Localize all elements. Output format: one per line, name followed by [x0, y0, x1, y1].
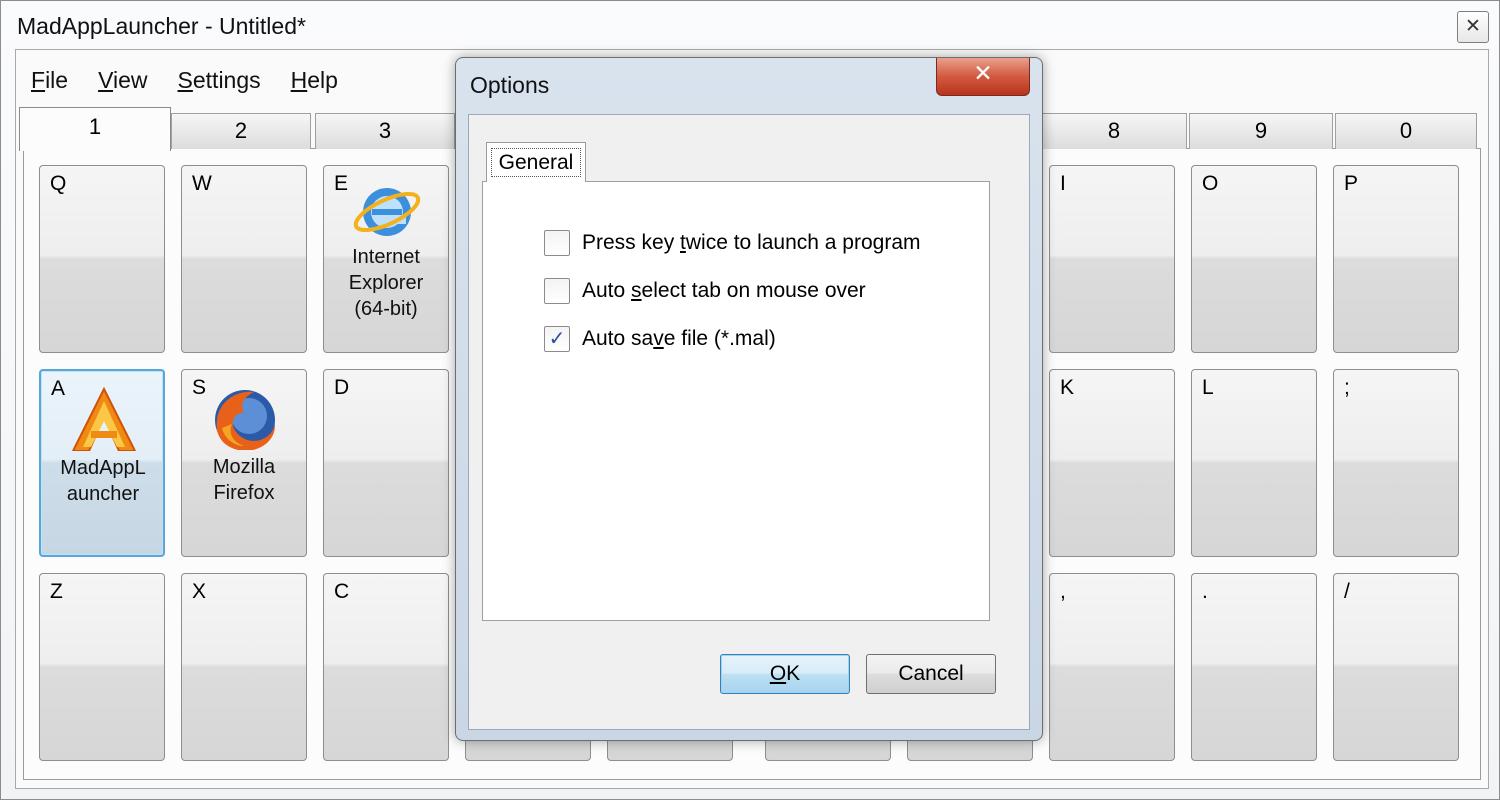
key-k[interactable]: K	[1049, 369, 1175, 557]
key-a[interactable]: A MadAppL auncher	[39, 369, 165, 557]
key-label: .	[1202, 580, 1208, 603]
option-label: Press key twice to launch a program	[582, 231, 921, 254]
key-app-name: Explorer	[348, 272, 424, 294]
menu-bar: File View Settings Help	[31, 65, 338, 99]
check-icon: ✓	[548, 328, 566, 350]
key-app-name: MadAppL	[60, 457, 146, 479]
key-l[interactable]: L	[1191, 369, 1317, 557]
key-label: O	[1202, 172, 1219, 195]
menu-view[interactable]: View	[98, 65, 147, 99]
key-label: I	[1060, 172, 1066, 195]
tab-1[interactable]: 1	[19, 107, 171, 151]
key-semicolon[interactable]: ;	[1333, 369, 1459, 557]
tab-8[interactable]: 8	[1041, 113, 1187, 149]
close-icon: ✕	[973, 60, 993, 86]
option-label: Auto select tab on mouse over	[582, 279, 866, 302]
option-press-key-twice[interactable]: Press key twice to launch a program	[544, 230, 921, 256]
key-label: Z	[50, 580, 63, 603]
firefox-icon	[215, 390, 276, 450]
key-comma[interactable]: ,	[1049, 573, 1175, 761]
key-o[interactable]: O	[1191, 165, 1317, 353]
key-label: Q	[50, 172, 67, 195]
internet-explorer-icon	[353, 188, 421, 236]
window-close-button[interactable]: ✕	[1457, 11, 1489, 43]
key-label: W	[192, 172, 212, 195]
key-i[interactable]: I	[1049, 165, 1175, 353]
checkbox-auto-save-file[interactable]: ✓	[544, 326, 570, 352]
key-w[interactable]: W	[181, 165, 307, 353]
key-app-name: Mozilla	[212, 456, 276, 478]
menu-help[interactable]: Help	[291, 65, 338, 99]
key-period[interactable]: .	[1191, 573, 1317, 761]
checkbox-press-key-twice[interactable]	[544, 230, 570, 256]
menu-settings[interactable]: Settings	[178, 65, 261, 99]
dialog-title: Options	[470, 72, 550, 98]
key-label: C	[334, 580, 350, 603]
key-label: ,	[1060, 580, 1066, 603]
key-d[interactable]: D	[323, 369, 449, 557]
option-auto-save-file[interactable]: ✓ Auto save file (*.mal)	[544, 326, 776, 352]
key-label: K	[1060, 376, 1075, 399]
menu-file[interactable]: File	[31, 65, 68, 99]
key-label: ;	[1344, 376, 1350, 399]
options-dialog: Options ✕ General Press key twice to lau…	[455, 57, 1043, 741]
dialog-close-button[interactable]: ✕	[936, 58, 1030, 96]
option-label: Auto save file (*.mal)	[582, 327, 776, 350]
key-e[interactable]: E Internet Explorer (64-bit)	[323, 165, 449, 353]
tab-0[interactable]: 0	[1335, 113, 1477, 149]
madapplauncher-icon	[71, 386, 137, 451]
key-app-name: (64-bit)	[354, 298, 418, 320]
key-app-name: auncher	[66, 483, 140, 505]
tab-3[interactable]: 3	[315, 113, 455, 149]
key-s[interactable]: S Mozilla Firefox	[181, 369, 307, 557]
key-x[interactable]: X	[181, 573, 307, 761]
key-label: L	[1202, 376, 1214, 399]
tab-general[interactable]: General	[486, 142, 586, 182]
key-p[interactable]: P	[1333, 165, 1459, 353]
key-app-name: Firefox	[213, 482, 275, 504]
option-auto-select-tab[interactable]: Auto select tab on mouse over	[544, 278, 866, 304]
window-title: MadAppLauncher - Untitled*	[17, 13, 306, 39]
checkbox-auto-select-tab[interactable]	[544, 278, 570, 304]
tab-2[interactable]: 2	[171, 113, 311, 149]
key-z[interactable]: Z	[39, 573, 165, 761]
key-label: D	[334, 376, 350, 399]
key-label: P	[1344, 172, 1359, 195]
close-icon: ✕	[1465, 16, 1481, 37]
cancel-button[interactable]: Cancel	[866, 654, 996, 694]
ok-button[interactable]: OK	[720, 654, 850, 694]
key-q[interactable]: Q	[39, 165, 165, 353]
key-c[interactable]: C	[323, 573, 449, 761]
key-label: X	[192, 580, 207, 603]
tab-9[interactable]: 9	[1189, 113, 1333, 149]
key-slash[interactable]: /	[1333, 573, 1459, 761]
tab-general-label: General	[491, 148, 581, 177]
key-label: /	[1344, 580, 1350, 603]
key-app-name: Internet	[352, 246, 420, 268]
